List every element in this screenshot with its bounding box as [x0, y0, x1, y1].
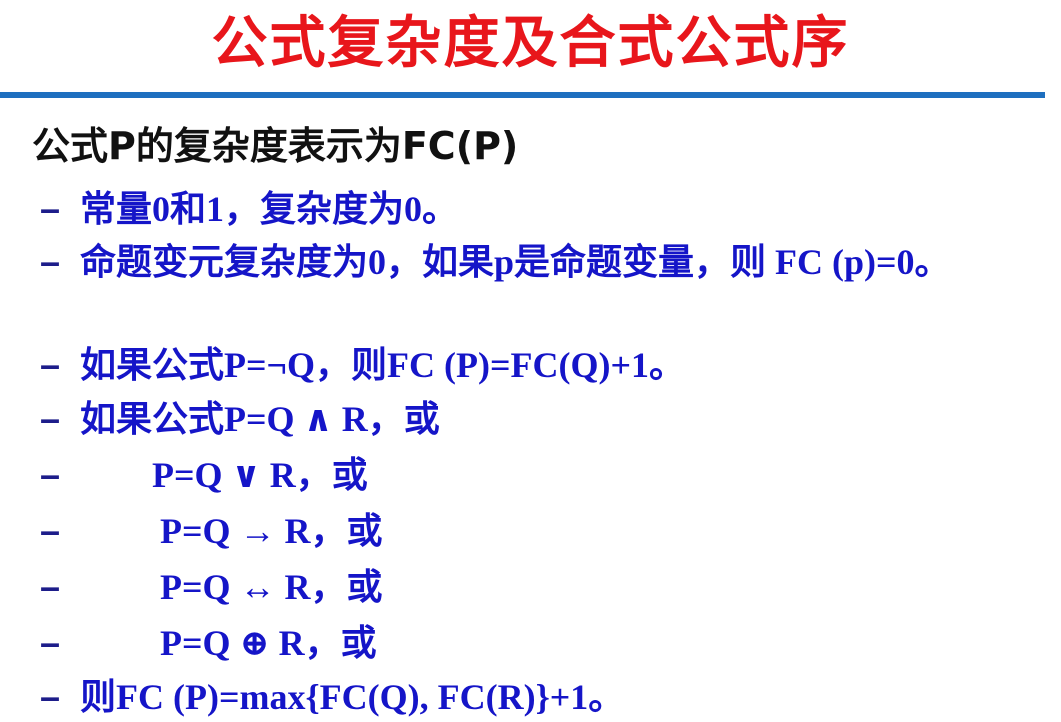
bullet-text: 如果公式P=¬Q，则FC (P)=FC(Q)+1。	[80, 345, 685, 385]
bullet-item: – P=Q ↔ R，或	[40, 562, 383, 612]
bullet-dash: –	[40, 241, 61, 282]
bullet-item: – 命题变元复杂度为0，如果p是命题变量，则 FC (p)=0。	[40, 238, 980, 286]
bullet-text: P=Q → R，或	[160, 511, 383, 551]
bullet-text: 如果公式P=Q ∧ R，或	[80, 399, 440, 439]
bullet-text: 命题变元复杂度为0，如果p是命题变量，则 FC (p)=0。	[80, 242, 951, 282]
bullet-dash: –	[40, 398, 61, 439]
bullet-dash: –	[40, 622, 61, 663]
bullet-item: – P=Q ∨ R，或	[40, 450, 368, 500]
bullet-dash: –	[40, 188, 61, 229]
bullet-text: 则FC (P)=max{FC(Q), FC(R)}+1。	[80, 677, 625, 717]
section-heading: 公式P的复杂度表示为FC(P)	[32, 124, 519, 168]
title-divider	[0, 92, 1045, 98]
bullet-dash: –	[40, 344, 61, 385]
bullet-text: P=Q ⊕ R，或	[160, 623, 377, 663]
bullet-item: – 常量0和1，复杂度为0。	[40, 184, 458, 234]
bullet-item: – 则FC (P)=max{FC(Q), FC(R)}+1。	[40, 672, 624, 722]
bullet-text: P=Q ∨ R，或	[152, 455, 368, 495]
bullet-dash: –	[40, 454, 61, 495]
bullet-item: – 如果公式P=Q ∧ R，或	[40, 394, 440, 444]
bullet-text: P=Q ↔ R，或	[160, 567, 383, 607]
bullet-item: – 如果公式P=¬Q，则FC (P)=FC(Q)+1。	[40, 340, 685, 390]
slide-title: 公式复杂度及合式公式序	[211, 11, 850, 76]
bullet-dash: –	[40, 566, 61, 607]
bullet-dash: –	[40, 676, 61, 717]
bullet-item: – P=Q ⊕ R，或	[40, 618, 377, 668]
bullet-text: 常量0和1，复杂度为0。	[80, 189, 459, 229]
bullet-item: – P=Q → R，或	[40, 506, 383, 556]
bullet-dash: –	[40, 510, 61, 551]
